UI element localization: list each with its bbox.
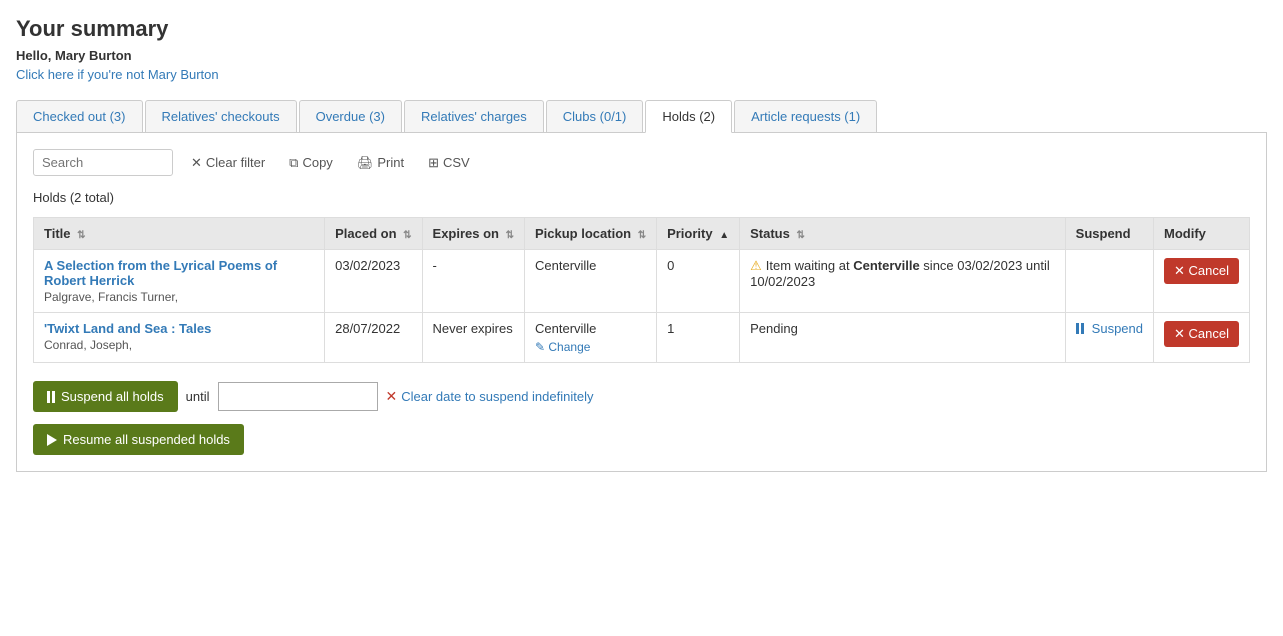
suspend-all-button[interactable]: Suspend all holds bbox=[33, 381, 178, 412]
csv-icon: ⊞ bbox=[428, 155, 439, 171]
toolbar: ✕ Clear filter ⧉ Copy 🖨 Print ⊞ CSV bbox=[33, 149, 1250, 176]
copy-button[interactable]: ⧉ Copy bbox=[283, 151, 339, 175]
col-placed-on[interactable]: Placed on ⇅ bbox=[325, 218, 422, 250]
sort-pickup-icon: ⇅ bbox=[638, 230, 646, 241]
cell-suspend-1: Suspend bbox=[1065, 313, 1153, 363]
pause-icon bbox=[47, 391, 55, 403]
cell-title-0: A Selection from the Lyrical Poems of Ro… bbox=[34, 250, 325, 313]
cell-pickup-0: Centerville bbox=[525, 250, 657, 313]
greeting: Hello, Mary Burton bbox=[16, 48, 1267, 63]
play-icon bbox=[47, 434, 57, 446]
search-input[interactable] bbox=[33, 149, 173, 176]
cell-status-0: ⚠Item waiting at Centerville since 03/02… bbox=[740, 250, 1066, 313]
table-header-row: Title ⇅ Placed on ⇅ Expires on ⇅ Pickup … bbox=[34, 218, 1250, 250]
sort-placed-icon: ⇅ bbox=[403, 230, 411, 241]
holds-table: Title ⇅ Placed on ⇅ Expires on ⇅ Pickup … bbox=[33, 217, 1250, 363]
csv-button[interactable]: ⊞ CSV bbox=[422, 151, 476, 175]
cancel-button-0[interactable]: ✕ Cancel bbox=[1164, 258, 1239, 284]
author-0: Palgrave, Francis Turner, bbox=[44, 290, 314, 304]
cell-modify-0: ✕ Cancel bbox=[1154, 250, 1250, 313]
cell-expires-0: - bbox=[422, 250, 524, 313]
status-warning-icon: ⚠ bbox=[750, 258, 762, 273]
print-label: Print bbox=[377, 155, 404, 170]
resume-label: Resume all suspended holds bbox=[63, 432, 230, 447]
sort-expires-icon: ⇅ bbox=[506, 230, 514, 241]
cell-modify-1: ✕ Cancel bbox=[1154, 313, 1250, 363]
col-status[interactable]: Status ⇅ bbox=[740, 218, 1066, 250]
page-title: Your summary bbox=[16, 16, 1267, 42]
clear-filter-button[interactable]: ✕ Clear filter bbox=[185, 151, 271, 175]
cell-status-1: Pending bbox=[740, 313, 1066, 363]
cell-expires-1: Never expires bbox=[422, 313, 524, 363]
clear-filter-icon: ✕ bbox=[191, 155, 202, 171]
tab-overdue[interactable]: Overdue (3) bbox=[299, 100, 402, 132]
print-icon: 🖨 bbox=[357, 155, 374, 171]
col-pickup[interactable]: Pickup location ⇅ bbox=[525, 218, 657, 250]
clear-date-icon: ✕ bbox=[386, 388, 398, 405]
tab-checked-out[interactable]: Checked out (3) bbox=[16, 100, 143, 132]
cell-priority-1: 1 bbox=[657, 313, 740, 363]
resume-all-button[interactable]: Resume all suspended holds bbox=[33, 424, 244, 455]
title-link-1[interactable]: 'Twixt Land and Sea : Tales bbox=[44, 321, 211, 336]
clear-filter-label: Clear filter bbox=[206, 155, 265, 170]
copy-label: Copy bbox=[302, 155, 332, 170]
suspend-button-1[interactable]: Suspend bbox=[1076, 321, 1143, 336]
suspend-date-input[interactable] bbox=[218, 382, 378, 411]
author-1: Conrad, Joseph, bbox=[44, 338, 314, 352]
bottom-actions: Suspend all holds until ✕ Clear date to … bbox=[33, 381, 1250, 455]
until-label: until bbox=[186, 389, 210, 404]
not-you-link[interactable]: Click here if you're not Mary Burton bbox=[16, 67, 219, 82]
user-name: Mary Burton bbox=[55, 48, 132, 63]
cancel-button-1[interactable]: ✕ Cancel bbox=[1164, 321, 1239, 347]
col-suspend: Suspend bbox=[1065, 218, 1153, 250]
clear-date-button[interactable]: ✕ Clear date to suspend indefinitely bbox=[386, 388, 594, 405]
cell-placed-0: 03/02/2023 bbox=[325, 250, 422, 313]
tab-holds[interactable]: Holds (2) bbox=[645, 100, 732, 133]
csv-label: CSV bbox=[443, 155, 470, 170]
suspend-all-label: Suspend all holds bbox=[61, 389, 164, 404]
greeting-static: Hello, bbox=[16, 48, 55, 63]
table-row: 'Twixt Land and Sea : Tales Conrad, Josep… bbox=[34, 313, 1250, 363]
cell-placed-1: 28/07/2022 bbox=[325, 313, 422, 363]
col-expires-on[interactable]: Expires on ⇅ bbox=[422, 218, 524, 250]
tab-article-requests[interactable]: Article requests (1) bbox=[734, 100, 877, 132]
print-button[interactable]: 🖨 Print bbox=[351, 151, 410, 175]
sort-title-icon: ⇅ bbox=[77, 230, 85, 241]
tabs-container: Checked out (3) Relatives' checkouts Ove… bbox=[16, 100, 1267, 133]
col-modify: Modify bbox=[1154, 218, 1250, 250]
col-title[interactable]: Title ⇅ bbox=[34, 218, 325, 250]
cell-title-1: 'Twixt Land and Sea : Tales Conrad, Josep… bbox=[34, 313, 325, 363]
change-link-1[interactable]: ✎ Change bbox=[535, 340, 646, 354]
col-priority[interactable]: Priority ▲ bbox=[657, 218, 740, 250]
suspend-all-row: Suspend all holds until ✕ Clear date to … bbox=[33, 381, 1250, 412]
sort-priority-icon: ▲ bbox=[719, 230, 729, 241]
clear-date-label: Clear date to suspend indefinitely bbox=[401, 389, 593, 404]
sort-status-icon: ⇅ bbox=[796, 230, 804, 241]
holds-summary: Holds (2 total) bbox=[33, 190, 1250, 205]
status-bold-0: Centerville bbox=[853, 258, 919, 273]
tab-clubs[interactable]: Clubs (0/1) bbox=[546, 100, 644, 132]
cell-suspend-0 bbox=[1065, 250, 1153, 313]
tab-relatives-checkouts[interactable]: Relatives' checkouts bbox=[145, 100, 297, 132]
cell-priority-0: 0 bbox=[657, 250, 740, 313]
table-row: A Selection from the Lyrical Poems of Ro… bbox=[34, 250, 1250, 313]
main-content: ✕ Clear filter ⧉ Copy 🖨 Print ⊞ CSV Hold… bbox=[16, 133, 1267, 472]
copy-icon: ⧉ bbox=[289, 155, 298, 171]
cell-pickup-1: Centerville✎ Change bbox=[525, 313, 657, 363]
tab-relatives-charges[interactable]: Relatives' charges bbox=[404, 100, 544, 132]
title-link-0[interactable]: A Selection from the Lyrical Poems of Ro… bbox=[44, 258, 277, 288]
